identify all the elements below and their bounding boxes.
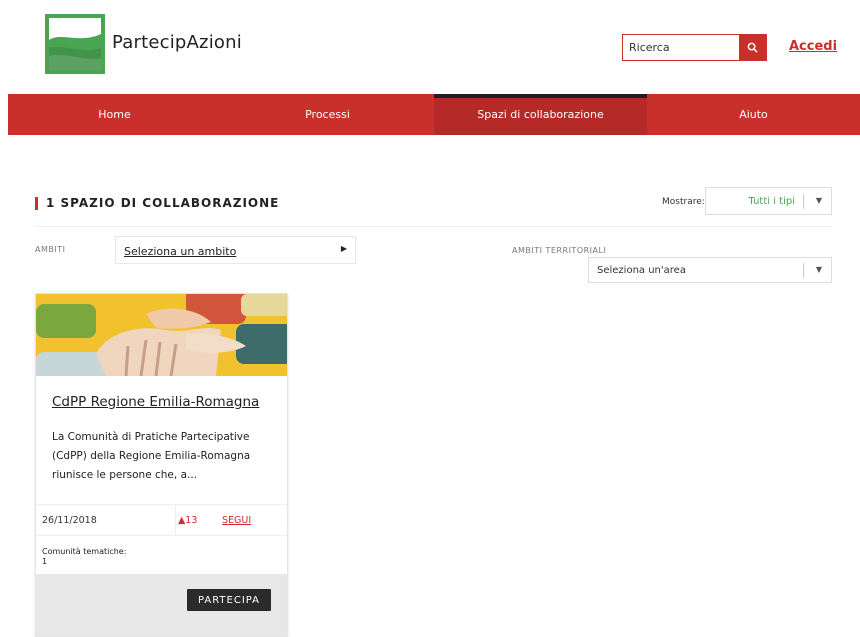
territorial-select[interactable]: Seleziona un'area ▼ [588,257,832,283]
select-divider [803,194,804,209]
section-title-text: 1 SPAZIO DI COLLABORAZIONE [46,196,280,210]
nav-item-home[interactable]: Home [8,94,221,135]
caret-right-icon: ▶ [340,244,347,253]
search-button[interactable] [739,35,766,60]
ambiti-select-value: Seleziona un ambito [124,245,237,258]
chevron-down-icon: ▼ [815,196,822,205]
card-description: La Comunità di Pratiche Partecipative (C… [52,431,251,481]
card-image[interactable] [36,294,287,376]
collaboration-space-card: CdPP Regione Emilia-Romagna La Comunità … [35,293,288,637]
chevron-down-icon: ▼ [815,265,822,274]
nav-item-processi[interactable]: Processi [221,94,434,135]
login-link[interactable]: Accedi [789,39,837,54]
territorial-select-value: Seleziona un'area [597,265,686,276]
card-footer: PARTECIPA [36,574,287,636]
show-filter-label: Mostrare: [662,197,705,207]
meta-divider [175,505,176,536]
community-label: Comunità tematiche: [42,547,127,556]
territorial-label: AMBITI TERRITORIALI [512,246,607,255]
show-filter-select[interactable]: Tutti i tipi ▼ [705,187,832,215]
logo-emblem-icon [49,18,101,70]
hands-illustration [36,294,287,376]
logo[interactable] [45,14,105,74]
search-input[interactable] [623,35,740,60]
vote-count: ▲13 [178,515,198,526]
title-accent-bar [35,196,38,210]
show-filter-value: Tutti i tipi [748,196,795,207]
search-icon [747,42,758,53]
community-count: 1 [42,557,48,566]
nav-item-aiuto[interactable]: Aiuto [647,94,860,135]
select-divider [803,263,804,278]
card-title[interactable]: CdPP Regione Emilia-Romagna [52,394,259,410]
participate-button[interactable]: PARTECIPA [187,589,271,611]
card-meta: 26/11/2018 ▲13 SEGUI [36,504,287,536]
card-date: 26/11/2018 [42,515,97,526]
ambiti-select[interactable]: Seleziona un ambito ▶ [115,236,356,264]
brand-name[interactable]: PartecipAzioni [112,32,242,53]
ambiti-label: AMBITI [35,245,66,254]
search-box [622,34,767,61]
nav-item-spazi-di-collaborazione[interactable]: Spazi di collaborazione [434,94,647,135]
title-divider [35,226,832,227]
main-nav: Home Processi Spazi di collaborazione Ai… [8,94,860,135]
section-title: 1 SPAZIO DI COLLABORAZIONE [35,196,279,210]
follow-link[interactable]: SEGUI [222,515,251,526]
